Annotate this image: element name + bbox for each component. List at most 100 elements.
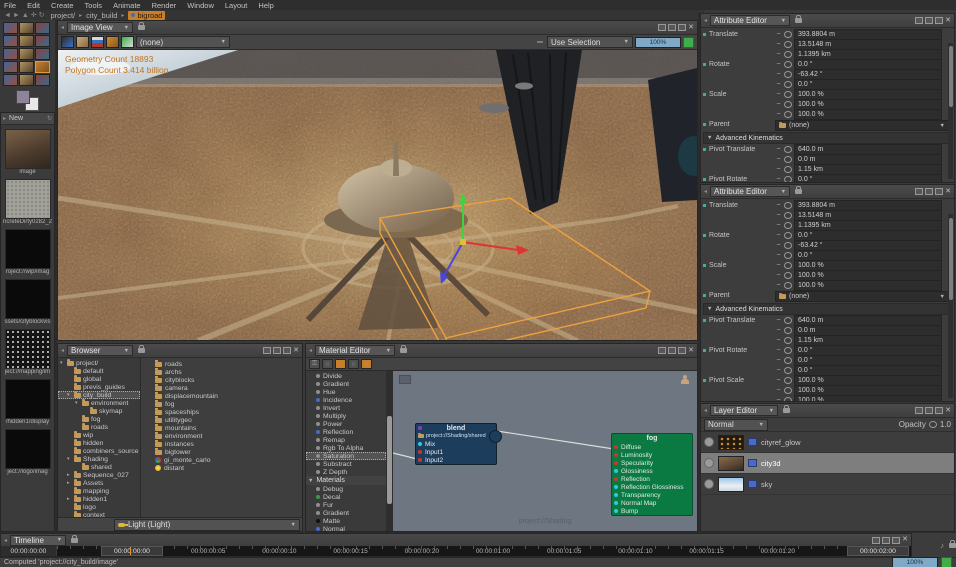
menu-item[interactable]: Animate <box>113 1 141 10</box>
refresh-icon[interactable]: ↻ <box>47 115 52 122</box>
node-input-port[interactable]: Reflection Glossiness <box>612 483 692 491</box>
float-icon[interactable] <box>678 347 686 354</box>
list-item[interactable]: archs <box>155 368 302 376</box>
panel-collapse-icon[interactable]: ◂ <box>309 347 312 354</box>
use-selection-select[interactable]: Use Selection▼ <box>547 36 633 48</box>
maximize-icon[interactable] <box>925 407 933 414</box>
node-graph[interactable]: blend project://Shading/shared Mix <box>393 371 697 531</box>
eye-icon[interactable] <box>784 232 792 239</box>
panel-type-select[interactable]: Material Editor▼ <box>315 345 395 356</box>
breadcrumb-parent[interactable]: city_build <box>86 11 117 20</box>
resource-thumbnail[interactable] <box>5 429 51 469</box>
curve-icon[interactable]: ~ <box>775 111 782 118</box>
curve-icon[interactable]: ~ <box>775 212 782 219</box>
breadcrumb-root[interactable]: project/ <box>51 11 76 20</box>
eye-icon[interactable] <box>784 327 792 334</box>
maximize-icon[interactable] <box>925 17 933 24</box>
port-dot[interactable] <box>614 461 618 465</box>
tree-item[interactable]: mapping <box>58 487 140 495</box>
float-icon[interactable] <box>935 17 943 24</box>
node-input-port[interactable]: Reflection <box>612 475 692 483</box>
list-item[interactable]: distant <box>155 464 302 472</box>
curve-icon[interactable]: ~ <box>775 262 782 269</box>
curve-icon[interactable]: ~ <box>775 156 782 163</box>
tree-caret-icon[interactable] <box>67 496 72 502</box>
minimize-icon[interactable] <box>915 407 923 414</box>
resource-item[interactable]: /hidden1/display <box>1 379 54 425</box>
port-dot[interactable] <box>418 450 422 454</box>
curve-icon[interactable]: ~ <box>775 81 782 88</box>
resource-item[interactable]: image <box>1 129 54 175</box>
node-type-item[interactable]: Multiply <box>306 412 386 420</box>
node-type-item[interactable]: Saturation <box>306 452 386 460</box>
eye-icon[interactable] <box>784 357 792 364</box>
list-item[interactable]: displacemountain <box>155 392 302 400</box>
material-type-item[interactable]: Debug <box>306 485 386 493</box>
eye-icon[interactable] <box>784 377 792 384</box>
float-icon[interactable] <box>935 188 943 195</box>
eye-icon[interactable] <box>784 337 792 344</box>
curve-icon[interactable]: ~ <box>775 252 782 259</box>
float-icon[interactable] <box>283 347 291 354</box>
display-mode-icon[interactable] <box>76 36 89 48</box>
end-frame-field[interactable]: 00:00:02:00 <box>847 546 909 556</box>
close-icon[interactable]: ✕ <box>688 25 694 31</box>
curve-icon[interactable]: ~ <box>775 31 782 38</box>
float-icon[interactable] <box>892 537 900 544</box>
node-type-item[interactable]: Rgb To Alpha <box>306 444 386 452</box>
region-render-icon[interactable] <box>106 36 119 48</box>
blend-mode-select[interactable]: Normal▼ <box>704 419 768 431</box>
port-dot[interactable] <box>614 453 618 457</box>
timeline-ruler[interactable]: 00:00:00:00 00:00:00:00 00:00:00:0500:00… <box>1 546 911 556</box>
eye-icon[interactable] <box>784 31 792 38</box>
tool-icon[interactable] <box>19 61 34 73</box>
tree-item[interactable]: Sequence_027 <box>58 471 140 479</box>
eye-icon[interactable] <box>784 111 792 118</box>
eye-icon[interactable] <box>784 176 792 182</box>
node-type-item[interactable]: Incidence <box>306 396 386 404</box>
tool-icon[interactable] <box>3 35 18 47</box>
panel-type-select[interactable]: Layer Editor▼ <box>710 405 778 416</box>
list-item[interactable]: bigtower <box>155 448 302 456</box>
tree-caret-icon[interactable] <box>67 456 72 462</box>
port-dot[interactable] <box>418 458 422 462</box>
layer-row[interactable]: city3d <box>701 453 954 474</box>
material-type-item[interactable]: Fur <box>306 501 386 509</box>
node-type-item[interactable]: Remap <box>306 436 386 444</box>
tool-icon[interactable] <box>35 74 50 86</box>
eye-icon[interactable] <box>784 101 792 108</box>
material-type-item[interactable]: Gradient <box>306 509 386 517</box>
foreground-color-swatch[interactable] <box>16 90 30 104</box>
node-type-item[interactable]: Reflection <box>306 428 386 436</box>
panel-collapse-icon[interactable]: ◂ <box>4 537 7 544</box>
curve-icon[interactable]: ~ <box>775 347 782 354</box>
lock-icon[interactable] <box>400 348 407 353</box>
user-icon[interactable] <box>681 375 689 384</box>
menu-item[interactable]: Window <box>187 1 214 10</box>
minimize-icon[interactable] <box>658 347 666 354</box>
curve-icon[interactable]: ~ <box>775 222 782 229</box>
curve-icon[interactable]: ~ <box>775 317 782 324</box>
eye-icon[interactable] <box>784 41 792 48</box>
menu-item[interactable]: Help <box>258 1 273 10</box>
go-to-parent-icon[interactable]: ↘ <box>361 359 372 369</box>
list-item[interactable]: fog <box>155 400 302 408</box>
value-field[interactable]: 100.0 % <box>794 395 942 401</box>
channels-icon[interactable] <box>91 36 104 48</box>
float-icon[interactable] <box>935 407 943 414</box>
close-icon[interactable]: ✕ <box>945 18 951 24</box>
panel-collapse-icon[interactable]: ◂ <box>61 24 64 31</box>
grid-snap-icon[interactable] <box>335 359 346 369</box>
menu-item[interactable]: Render <box>152 1 177 10</box>
node-input-port[interactable]: Glossiness <box>612 467 692 475</box>
tree-item[interactable]: wip <box>58 431 140 439</box>
list-item[interactable]: environment <box>155 432 302 440</box>
curve-icon[interactable]: ~ <box>775 272 782 279</box>
resource-thumbnail[interactable] <box>5 279 51 319</box>
node-type-item[interactable]: Invert <box>306 404 386 412</box>
tool-icon[interactable] <box>35 35 50 47</box>
layer-visibility-icon[interactable] <box>704 479 714 489</box>
curve-icon[interactable]: ~ <box>775 242 782 249</box>
lock-icon[interactable] <box>138 25 145 30</box>
panel-window-controls[interactable]: ✕ <box>872 537 908 544</box>
